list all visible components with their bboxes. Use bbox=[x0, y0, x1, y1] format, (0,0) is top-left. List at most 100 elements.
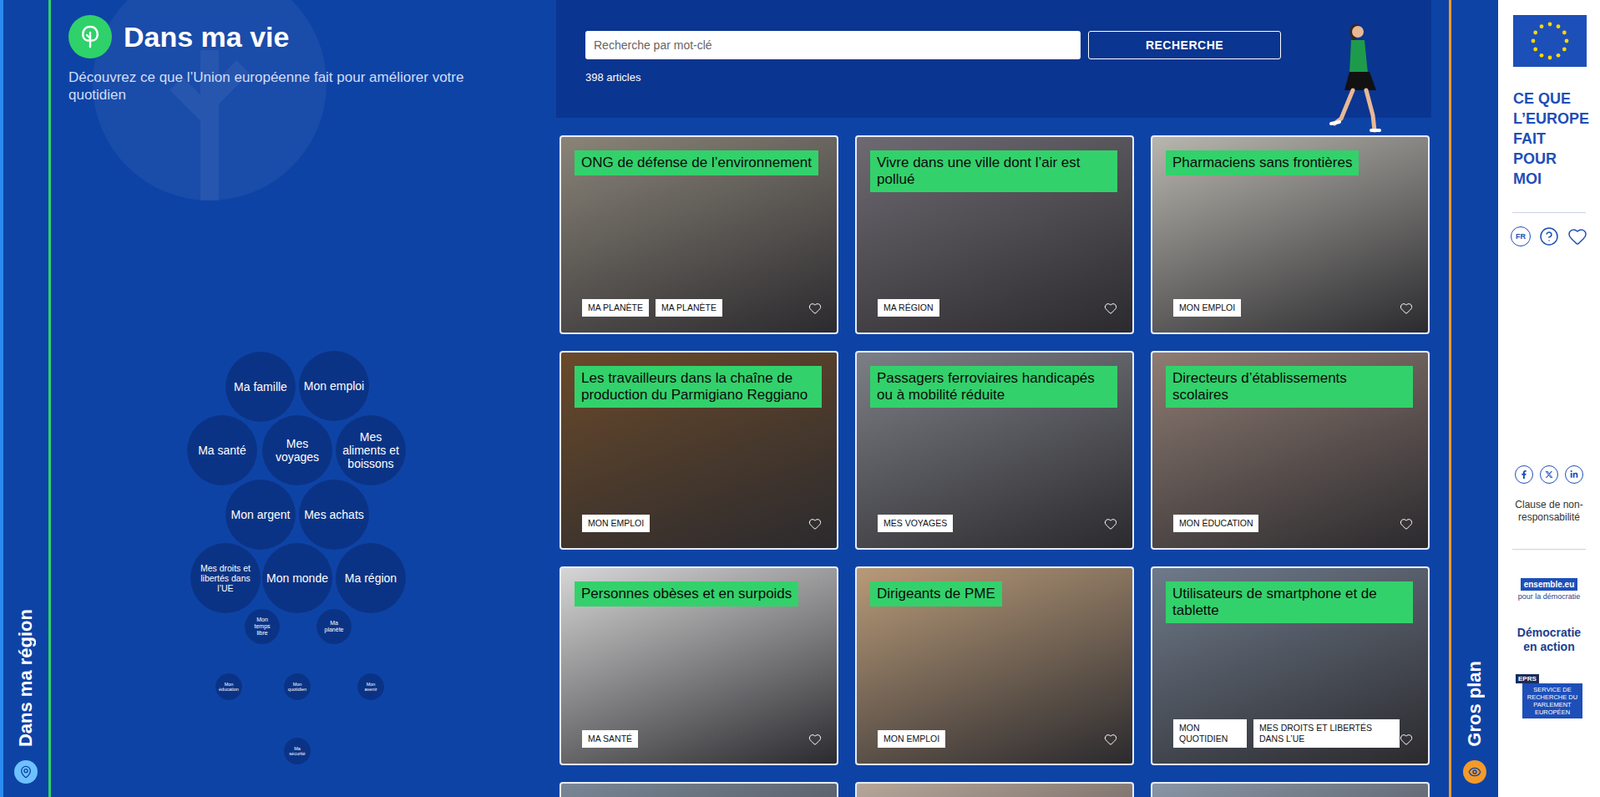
article-card[interactable]: Vivre dans une ville dont l’air est poll… bbox=[855, 135, 1135, 335]
topic-bubble[interactable]: Mon emploi bbox=[298, 350, 370, 421]
page: Dans ma région Dans ma vie Découvrez ce qu… bbox=[0, 0, 1600, 797]
card-footer: MA SANTÉ bbox=[574, 729, 822, 748]
article-card[interactable] bbox=[855, 781, 1135, 797]
article-card[interactable]: Passagers ferroviaires handicapés ou à m… bbox=[855, 350, 1135, 550]
card-tags: MA RÉGION bbox=[877, 298, 940, 317]
card-footer: MON EMPLOI bbox=[870, 729, 1118, 748]
favorite-heart-icon[interactable] bbox=[808, 732, 822, 746]
card-title[interactable]: Personnes obèses et en surpoids bbox=[574, 581, 799, 607]
divider bbox=[1512, 548, 1586, 550]
favorite-heart-icon[interactable] bbox=[1103, 516, 1118, 531]
topic-bubble[interactable]: Mon temps libre bbox=[244, 608, 280, 644]
card-title[interactable]: Vivre dans une ville dont l’air est poll… bbox=[870, 150, 1118, 193]
card-tag[interactable]: MA PLANÈTE bbox=[655, 298, 723, 317]
card-title[interactable]: Utilisateurs de smartphone et de tablett… bbox=[1165, 581, 1413, 623]
card-title[interactable]: ONG de défense de l’environnement bbox=[574, 150, 819, 176]
favorites-heart-icon[interactable] bbox=[1567, 226, 1588, 247]
card-footer: MON EMPLOI bbox=[574, 514, 822, 532]
card-tag[interactable]: MA PLANÈTE bbox=[582, 298, 649, 317]
topic-bubble[interactable]: Ma santé bbox=[187, 415, 258, 486]
brand-line: L’EUROPE bbox=[1513, 108, 1590, 129]
linkedin-icon[interactable] bbox=[1564, 465, 1584, 484]
article-card[interactable] bbox=[1150, 781, 1430, 797]
card-tag[interactable]: MON EMPLOI bbox=[877, 729, 946, 748]
card-tags: MON ÉDUCATION bbox=[1173, 514, 1259, 532]
eprs-logo[interactable]: EPRSSERVICE DE RECHERCHE DU PARLEMENT EU… bbox=[1515, 673, 1583, 719]
card-tag[interactable]: MON EMPLOI bbox=[582, 514, 650, 532]
topic-bubble[interactable]: Mon argent bbox=[225, 479, 296, 550]
article-card[interactable]: Utilisateurs de smartphone et de tablett… bbox=[1150, 566, 1430, 765]
card-tag[interactable]: MES DROITS ET LIBERTÉS DANS L’UE bbox=[1253, 718, 1400, 748]
favorite-heart-icon[interactable] bbox=[1103, 301, 1118, 315]
page-title: Dans ma vie bbox=[123, 20, 289, 54]
topics-panel: Dans ma vie Découvrez ce que l’Union euro… bbox=[50, 0, 557, 797]
brand-line: MOI bbox=[1513, 168, 1590, 189]
close-up-strip-label[interactable]: Gros plan bbox=[1463, 660, 1486, 747]
article-card[interactable]: ONG de défense de l’environnement MA PLAN… bbox=[559, 135, 839, 335]
close-up-strip[interactable]: Gros plan bbox=[1448, 0, 1499, 797]
map-pin-icon[interactable] bbox=[14, 759, 38, 784]
article-card[interactable]: Personnes obèses et en surpoids MA SANTÉ bbox=[559, 566, 839, 765]
favorite-heart-icon[interactable] bbox=[1399, 732, 1413, 746]
card-title[interactable]: Les travailleurs dans la chaîne de produ… bbox=[574, 365, 822, 408]
article-card[interactable]: Directeurs d’établissements scolaires MON… bbox=[1150, 350, 1430, 550]
favorite-heart-icon[interactable] bbox=[1399, 516, 1413, 531]
divider bbox=[1512, 212, 1586, 213]
topic-bubble[interactable]: Ma planète bbox=[316, 608, 352, 644]
topic-bubble[interactable]: Ma sécurité bbox=[283, 737, 311, 765]
search-input[interactable] bbox=[585, 30, 1081, 60]
article-card[interactable]: Pharmaciens sans frontières MON EMPLOI bbox=[1150, 135, 1430, 335]
region-strip[interactable]: Dans ma région bbox=[0, 0, 51, 797]
card-tags: MON EMPLOI bbox=[582, 514, 650, 532]
topic-bubble[interactable]: Mes achats bbox=[298, 479, 370, 550]
search-button[interactable]: RECHERCHE bbox=[1088, 30, 1282, 60]
card-title[interactable]: Passagers ferroviaires handicapés ou à m… bbox=[870, 365, 1118, 408]
favorite-heart-icon[interactable] bbox=[808, 516, 822, 531]
disclaimer-link[interactable]: Clause de non-responsabilité bbox=[1507, 498, 1591, 524]
brand-line: FAIT bbox=[1513, 128, 1590, 149]
help-icon[interactable] bbox=[1539, 226, 1560, 247]
facebook-icon[interactable] bbox=[1514, 465, 1534, 484]
title-row: Dans ma vie bbox=[68, 15, 557, 59]
card-title[interactable]: Pharmaciens sans frontières bbox=[1165, 150, 1359, 176]
topic-bubble[interactable]: Mon éducation bbox=[215, 673, 243, 700]
card-tag[interactable]: MON QUOTIDIEN bbox=[1173, 718, 1247, 748]
brand-line: CE QUE bbox=[1513, 88, 1590, 109]
card-title[interactable]: Directeurs d’établissements scolaires bbox=[1165, 365, 1413, 408]
topic-map: Ma familleMon emploiMa santéMes voyagesM… bbox=[50, 0, 557, 797]
card-tag[interactable]: MES VOYAGES bbox=[877, 514, 953, 532]
topic-bubble[interactable]: Mes droits et libertés dans l’UE bbox=[190, 542, 261, 613]
ensemble-logo[interactable]: ensemble.eupour la démocratie bbox=[1518, 577, 1581, 601]
card-tag[interactable]: MON ÉDUCATION bbox=[1173, 514, 1259, 532]
topic-bubble[interactable]: Mon quotidien bbox=[283, 673, 311, 700]
favorite-heart-icon[interactable] bbox=[1103, 732, 1118, 746]
card-title[interactable]: Dirigeants de PME bbox=[870, 581, 1003, 607]
topic-bubble[interactable]: Ma région bbox=[335, 542, 406, 613]
topic-bubble[interactable]: Mes aliments et boissons bbox=[335, 415, 406, 486]
page-subtitle: Découvrez ce que l’Union européenne fait… bbox=[68, 68, 503, 104]
topic-bubble[interactable]: Ma famille bbox=[225, 351, 296, 422]
topic-bubble[interactable]: Mes voyages bbox=[262, 415, 333, 486]
card-tag[interactable]: MA RÉGION bbox=[877, 298, 940, 317]
walking-woman-icon bbox=[1316, 18, 1400, 136]
article-count: 398 articles bbox=[585, 70, 1432, 84]
card-tag[interactable]: MA SANTÉ bbox=[582, 729, 638, 748]
brand-title[interactable]: CE QUEL’EUROPEFAITPOURMOI bbox=[1513, 88, 1590, 189]
topic-bubble[interactable]: Mon avenir bbox=[357, 673, 385, 700]
eye-icon[interactable] bbox=[1463, 759, 1487, 784]
eprs-name: SERVICE DE RECHERCHE DU PARLEMENT EUROPÉ… bbox=[1522, 683, 1583, 719]
sidebar: CE QUEL’EUROPEFAITPOURMOI FR Clause de non… bbox=[1498, 0, 1600, 797]
article-card[interactable]: Les travailleurs dans la chaîne de produ… bbox=[559, 350, 839, 550]
language-button[interactable]: FR bbox=[1510, 226, 1531, 247]
democratie-logo[interactable]: Démocratie en action bbox=[1511, 625, 1587, 654]
favorite-heart-icon[interactable] bbox=[1399, 301, 1413, 315]
region-strip-label[interactable]: Dans ma région bbox=[15, 608, 37, 747]
favorite-heart-icon[interactable] bbox=[808, 301, 822, 315]
topic-bubble[interactable]: Mon monde bbox=[262, 542, 333, 613]
card-footer: MES VOYAGES bbox=[870, 514, 1118, 532]
brand-line: POUR bbox=[1513, 148, 1590, 169]
x-icon[interactable] bbox=[1539, 465, 1559, 484]
card-tag[interactable]: MON EMPLOI bbox=[1173, 298, 1241, 317]
article-card[interactable]: Dirigeants de PME MON EMPLOI bbox=[855, 566, 1135, 765]
article-card[interactable] bbox=[559, 781, 839, 797]
